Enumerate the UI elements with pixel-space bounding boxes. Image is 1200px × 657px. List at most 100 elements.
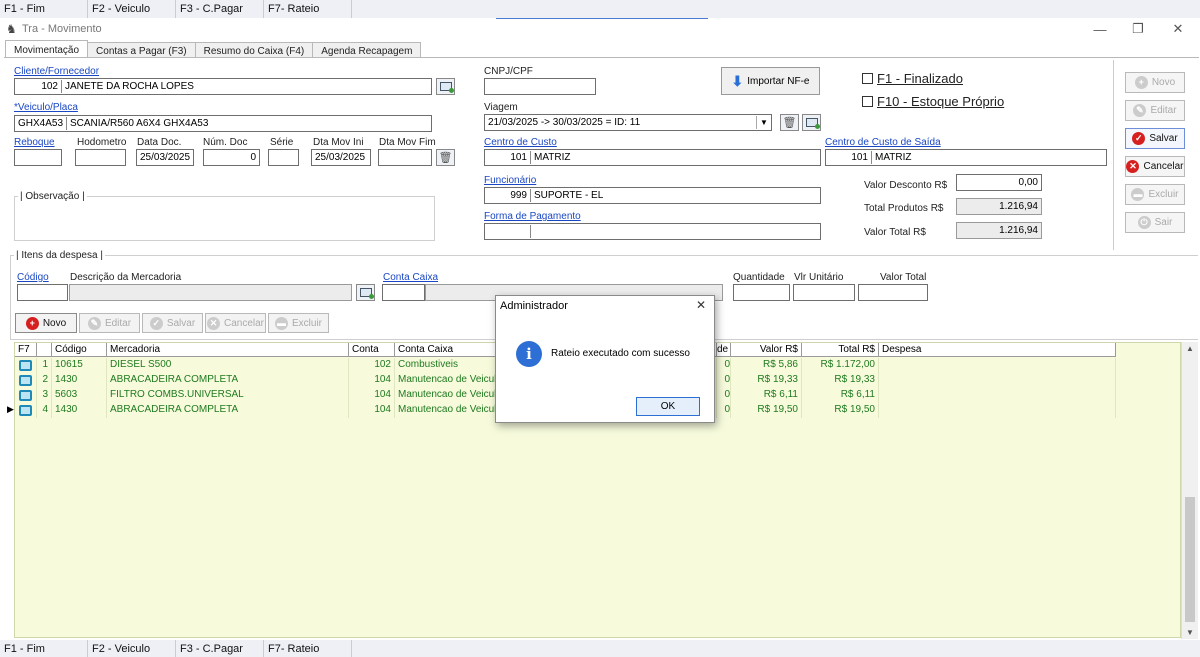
item-conta-label[interactable]: Conta Caixa xyxy=(383,272,438,283)
func-field[interactable]: 999 SUPORTE - EL xyxy=(484,187,821,204)
checkbox-box xyxy=(862,73,873,84)
info-icon: i xyxy=(516,341,542,367)
col-valor[interactable]: Valor R$ xyxy=(731,343,802,356)
cnpj-field[interactable] xyxy=(484,78,596,95)
item-vtotal-field[interactable] xyxy=(858,284,928,301)
reboque-label[interactable]: Reboque xyxy=(14,137,55,148)
row-conta: 104 xyxy=(349,388,395,403)
cc-label[interactable]: Centro de Custo xyxy=(484,137,557,148)
veiculo-label[interactable]: *Veiculo/Placa xyxy=(14,102,78,113)
col-f7[interactable]: F7 xyxy=(15,343,37,356)
hotkey-f7[interactable]: F7- Rateio xyxy=(264,640,352,657)
restore-button[interactable]: ❐ xyxy=(1120,18,1156,40)
ccs-field[interactable]: 101 MATRIZ xyxy=(825,149,1107,166)
scroll-up-icon[interactable]: ▲ xyxy=(1182,344,1198,353)
close-window-button[interactable]: ✕ xyxy=(1160,18,1196,40)
item-qtd-field[interactable] xyxy=(733,284,790,301)
desconto-field[interactable]: 0,00 xyxy=(956,174,1042,191)
tab-contas-pagar[interactable]: Contas a Pagar (F3) xyxy=(87,42,196,58)
dtafim-field[interactable] xyxy=(378,149,432,166)
hotkey-f1[interactable]: F1 - Fim xyxy=(0,640,88,657)
trash-icon: 🗑 xyxy=(438,152,453,164)
importar-nfe-button[interactable]: ⬇ Importar NF-e xyxy=(721,67,820,95)
serie-field[interactable] xyxy=(268,149,299,166)
cliente-search-button[interactable] xyxy=(436,78,455,95)
novo-button[interactable]: + Novo xyxy=(1125,72,1185,93)
hotkey-f2[interactable]: F2 - Veiculo xyxy=(88,640,176,657)
lookup-icon xyxy=(359,288,374,299)
hodometro-field[interactable] xyxy=(75,149,126,166)
window-titlebar: ♞ Tra - Movimento — ❐ ✕ xyxy=(0,18,1200,40)
cliente-field[interactable]: 102 JANETE DA ROCHA LOPES xyxy=(14,78,432,95)
func-label[interactable]: Funcionário xyxy=(484,175,536,186)
datadoc-field[interactable]: 25/03/2025 xyxy=(136,149,194,166)
viagem-lookup-button[interactable] xyxy=(802,114,821,131)
cc-field[interactable]: 101 MATRIZ xyxy=(484,149,821,166)
item-codigo-field[interactable] xyxy=(17,284,68,301)
exit-icon: ⏻ xyxy=(1137,216,1151,229)
editar-button[interactable]: ✎ Editar xyxy=(1125,100,1185,121)
grid-scrollbar[interactable]: ▲ ▼ xyxy=(1181,342,1198,639)
scroll-down-icon[interactable]: ▼ xyxy=(1182,628,1198,637)
col-n xyxy=(37,343,52,356)
item-editar-button[interactable]: ✎ Editar xyxy=(79,313,140,333)
ccs-label[interactable]: Centro de Custo de Saída xyxy=(825,137,941,148)
item-excluir-button[interactable]: ▬ Excluir xyxy=(268,313,329,333)
viagem-delete-button[interactable]: 🗑 xyxy=(780,114,799,131)
col-conta[interactable]: Conta xyxy=(349,343,395,356)
row-de: 0 xyxy=(717,403,731,418)
cliente-label[interactable]: Cliente/Fornecedor xyxy=(14,66,99,77)
importar-nfe-label: Importar NF-e xyxy=(747,75,810,87)
scroll-thumb[interactable] xyxy=(1185,497,1195,622)
item-codigo-label[interactable]: Código xyxy=(17,272,49,283)
observacao-label: | Observação | xyxy=(18,191,87,202)
item-salvar-button[interactable]: ✓ Salvar xyxy=(142,313,203,333)
current-row-indicator-icon: ▶ xyxy=(7,404,14,414)
col-de[interactable]: de xyxy=(717,343,731,356)
hotkey-f2[interactable]: F2 - Veiculo xyxy=(88,0,176,18)
dialog-ok-button[interactable]: OK xyxy=(636,397,700,416)
observacao-box[interactable] xyxy=(14,196,435,241)
pencil-icon: ✎ xyxy=(1133,104,1147,117)
dialog-close-button[interactable]: ✕ xyxy=(696,298,706,312)
row-codigo: 5603 xyxy=(52,388,107,403)
hotkey-f7[interactable]: F7- Rateio xyxy=(264,0,352,18)
forma-field[interactable] xyxy=(484,223,821,240)
dtaini-field[interactable]: 25/03/2025 xyxy=(311,149,371,166)
excluir-button[interactable]: ▬ Excluir xyxy=(1125,184,1185,205)
finalizado-checkbox[interactable]: F1 - Finalizado xyxy=(862,71,963,86)
estoque-checkbox[interactable]: F10 - Estoque Próprio xyxy=(862,94,1004,109)
plus-icon: + xyxy=(25,316,39,330)
row-mercadoria: ABRACADEIRA COMPLETA xyxy=(107,373,349,388)
side-divider xyxy=(1113,60,1114,250)
item-lookup-button[interactable] xyxy=(356,284,375,301)
tab-movimentacao[interactable]: Movimentação xyxy=(5,40,89,58)
hotkey-f1[interactable]: F1 - Fim xyxy=(0,0,88,18)
item-cancelar-button[interactable]: ✕ Cancelar xyxy=(205,313,266,333)
sair-button[interactable]: ⏻ Sair xyxy=(1125,212,1185,233)
forma-label[interactable]: Forma de Pagamento xyxy=(484,211,581,222)
truck-icon xyxy=(19,375,32,386)
veiculo-field[interactable]: GHX4A53 SCANIA/R560 A6X4 GHX4A53 xyxy=(14,115,432,132)
hotkey-f3[interactable]: F3 - C.Pagar xyxy=(176,0,264,18)
row-de: 0 xyxy=(717,373,731,388)
viagem-select[interactable]: 21/03/2025 -> 30/03/2025 = ID: 11 ▼ xyxy=(484,114,772,131)
item-novo-button[interactable]: + Novo xyxy=(15,313,77,333)
col-codigo[interactable]: Código xyxy=(52,343,107,356)
tab-resumo-caixa[interactable]: Resumo do Caixa (F4) xyxy=(194,42,314,58)
minimize-button[interactable]: — xyxy=(1082,18,1118,40)
numdoc-field[interactable]: 0 xyxy=(203,149,260,166)
col-total[interactable]: Total R$ xyxy=(802,343,879,356)
cancelar-button[interactable]: ✕ Cancelar xyxy=(1125,156,1185,177)
cliente-name: JANETE DA ROCHA LOPES xyxy=(65,81,194,92)
hotkey-f3[interactable]: F3 - C.Pagar xyxy=(176,640,264,657)
col-mercadoria[interactable]: Mercadoria xyxy=(107,343,349,356)
salvar-button[interactable]: ✓ Salvar xyxy=(1125,128,1185,149)
item-vlr-field[interactable] xyxy=(793,284,855,301)
truck-icon xyxy=(19,390,32,401)
col-despesa[interactable]: Despesa xyxy=(879,343,1116,356)
clear-dates-button[interactable]: 🗑 xyxy=(436,149,455,166)
reboque-field[interactable] xyxy=(14,149,62,166)
item-conta-field[interactable] xyxy=(382,284,425,301)
tab-agenda-recapagem[interactable]: Agenda Recapagem xyxy=(312,42,422,58)
